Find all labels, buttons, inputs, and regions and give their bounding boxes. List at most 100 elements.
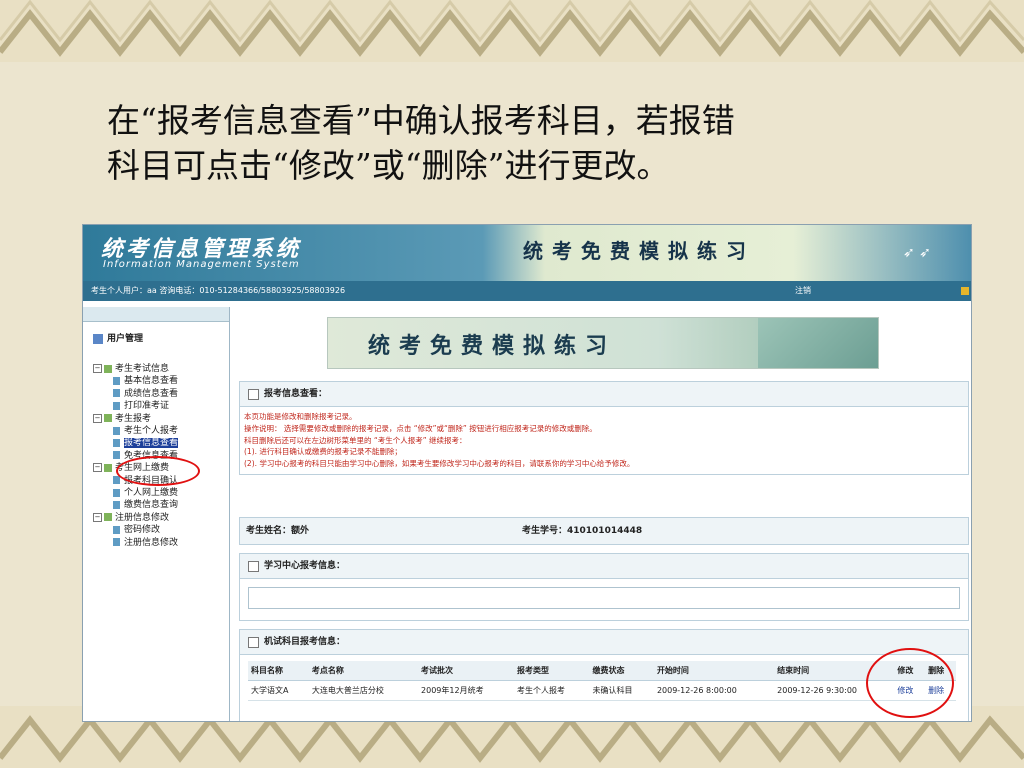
users-icon (93, 333, 103, 344)
folder-icon (104, 364, 112, 373)
sidebar-item-label: 缴费信息查询 (124, 500, 179, 511)
cell-payment-status: 未确认科目 (589, 680, 654, 701)
practice-banner[interactable]: 统考免费模拟练习 (327, 317, 879, 369)
tree-group-label: 考生报考 (115, 413, 152, 424)
sidebar-item-label: 注册信息修改 (124, 537, 179, 548)
sidebar-item-password[interactable]: 密码修改 (93, 524, 178, 536)
sidebar-item-print-ticket[interactable]: 打印准考证 (93, 400, 178, 412)
panel-title: 报考信息查看： (264, 389, 328, 399)
student-id: 考生学号：410101014448 (522, 526, 643, 536)
registration-view-panel: 报考信息查看： 本页功能是修改和删除报考记录。 操作说明： 选择需要修改或删除的… (239, 381, 969, 475)
cell-start-time: 2009-12-26 8:00:00 (653, 680, 775, 701)
brand-subtitle: Information Management System (103, 259, 300, 270)
practice-banner-title: 统考免费模拟练习 (368, 333, 617, 359)
sidebar-item-label: 个人网上缴费 (124, 488, 179, 499)
sidebar-item-personal-register[interactable]: 考生个人报考 (93, 425, 178, 437)
status-user-text: 考生个人用户：aa 咨询电话：010-51284366/58803925/588… (91, 286, 346, 295)
sidebar-item-basic-info[interactable]: 基本信息查看 (93, 375, 178, 387)
instructions: 本页功能是修改和删除报考记录。 操作说明： 选择需要修改或删除的报考记录，点击 … (240, 407, 968, 474)
cell-exam-site: 大连电大普兰店分校 (308, 680, 419, 701)
student-name: 考生姓名：额外 (246, 526, 310, 536)
collapse-icon[interactable]: − (93, 463, 102, 473)
panel-title: 机试科目报考信息： (264, 637, 346, 647)
sidebar-item-view-registration[interactable]: 报考信息查看 (93, 437, 179, 449)
column-header: 缴费状态 (589, 661, 654, 681)
sidebar-header-bar (83, 307, 229, 322)
folder-icon (104, 463, 112, 472)
table-icon (248, 637, 259, 648)
zigzag-pattern-top (0, 0, 1024, 57)
document-icon (113, 525, 120, 534)
edit-icon (248, 561, 259, 572)
cell-subject: 大学语文A (248, 680, 309, 701)
tree-group-registration[interactable]: − 考生报考 (93, 413, 178, 425)
instruction-line: (2). 学习中心报考的科目只能由学习中心删除，如果考生要修改学习中心报考的科目… (244, 459, 635, 469)
document-icon (113, 389, 120, 398)
highlight-circle-sidebar (116, 456, 200, 486)
document-icon (113, 438, 120, 447)
center-registration-panel: 学习中心报考信息： (239, 553, 969, 621)
document-icon (113, 538, 120, 547)
top-decor-band (0, 0, 1024, 62)
sidebar-item-label: 打印准考证 (124, 401, 170, 412)
registration-table: 科目名称 考点名称 考试批次 报考类型 缴费状态 开始时间 结束时间 修改 删除… (248, 661, 956, 701)
logout-link[interactable]: 注销 (795, 281, 811, 301)
cell-type: 考生个人报考 (513, 680, 590, 701)
instruction-line: (1). 进行科目确认或缴费的报考记录不能删除； (244, 447, 402, 457)
column-header: 报考类型 (513, 661, 590, 681)
document-icon (113, 476, 120, 485)
tree-group-account[interactable]: − 注册信息修改 (93, 512, 178, 524)
center-registration-list (248, 587, 960, 609)
banner-photo (758, 318, 878, 368)
column-header: 考试批次 (418, 661, 514, 681)
exam-registration-panel: 机试科目报考信息： 科目名称 考点名称 考试批次 报考类型 缴费状态 开始时间 … (239, 629, 969, 721)
document-icon (113, 488, 120, 497)
sidebar-heading-label: 用户管理 (107, 334, 144, 344)
document-icon (113, 426, 120, 435)
banner-arrows-icon: ➶ ➶ (903, 245, 931, 261)
tree-group-label: 考生考试信息 (115, 364, 170, 374)
table-header-row: 科目名称 考点名称 考试批次 报考类型 缴费状态 开始时间 结束时间 修改 删除 (248, 661, 956, 681)
instruction-line: 本页功能是修改和删除报考记录。 (244, 412, 357, 421)
status-bar: 考生个人用户：aa 咨询电话：010-51284366/58803925/588… (83, 281, 971, 301)
document-icon (113, 401, 120, 410)
embedded-screenshot: 统考信息管理系统 Information Management System 统… (82, 224, 972, 722)
document-icon (113, 451, 120, 460)
corner-toggle-icon[interactable] (961, 287, 969, 295)
cell-batch: 2009年12月统考 (418, 680, 514, 701)
headline-line-1: 在“报考信息查看”中确认报考科目，若报错 (107, 101, 735, 140)
sidebar-item-label: 密码修改 (124, 525, 161, 536)
sidebar-item-label: 考生个人报考 (124, 426, 179, 437)
headline-line-2: 科目可点击“修改”或“删除”进行更改。 (107, 146, 670, 185)
highlight-circle-actions (866, 648, 954, 718)
instruction-line: 操作说明： 选择需要修改或删除的报考记录，点击 “修改”或“删除” 按钮进行相应… (244, 423, 597, 433)
column-header: 科目名称 (248, 661, 309, 681)
panel-header: 报考信息查看： (240, 382, 968, 407)
panel-header: 机试科目报考信息： (240, 630, 968, 655)
document-icon (248, 389, 259, 400)
panel-header: 学习中心报考信息： (240, 554, 968, 579)
sidebar-item-pay-online[interactable]: 个人网上缴费 (93, 487, 178, 499)
folder-icon (104, 513, 112, 522)
sidebar-item-payment-query[interactable]: 缴费信息查询 (93, 499, 178, 511)
tree-group-exam-info[interactable]: − 考生考试信息 (93, 363, 178, 375)
slide-headline: 在“报考信息查看”中确认报考科目，若报错 科目可点击“修改”或“删除”进行更改。 (107, 98, 927, 188)
sidebar-item-label: 基本信息查看 (124, 376, 179, 387)
collapse-icon[interactable]: − (93, 413, 102, 423)
tree-group-label: 注册信息修改 (115, 512, 170, 523)
column-header: 开始时间 (653, 661, 775, 681)
app-banner: 统考信息管理系统 Information Management System 统… (83, 225, 971, 281)
folder-icon (104, 414, 112, 423)
panel-title: 学习中心报考信息： (264, 561, 346, 571)
sidebar-item-edit-registration[interactable]: 注册信息修改 (93, 537, 178, 549)
sidebar-item-label: 报考信息查看 (124, 438, 179, 449)
table-row: 大学语文A 大连电大普兰店分校 2009年12月统考 考生个人报考 未确认科目 … (248, 680, 956, 701)
sidebar-heading: 用户管理 (93, 331, 143, 344)
instruction-line: 科目删除后还可以在左边树形菜单里的 “考生个人报考” 继续报考： (244, 435, 467, 445)
sidebar-item-scores[interactable]: 成绩信息查看 (93, 388, 178, 400)
collapse-icon[interactable]: − (93, 512, 102, 522)
column-header: 考点名称 (308, 661, 419, 681)
banner-title: 统考免费模拟练习 (523, 239, 755, 263)
collapse-icon[interactable]: − (93, 364, 102, 373)
main-content: 统考免费模拟练习 报考信息查看： 本页功能是修改和删除报考记录。 操作说明： 选… (235, 307, 971, 721)
